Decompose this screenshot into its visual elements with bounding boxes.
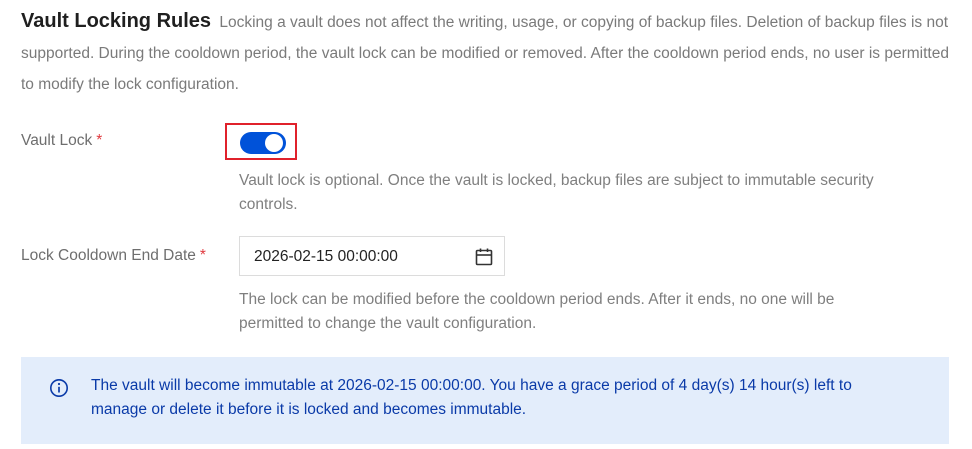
immutability-notice: The vault will become immutable at 2026-… <box>21 357 949 444</box>
cooldown-date-label: Lock Cooldown End Date * <box>21 247 206 265</box>
vault-lock-help: Vault lock is optional. Once the vault i… <box>239 172 874 213</box>
cooldown-date-label-text: Lock Cooldown End Date <box>21 247 196 264</box>
cooldown-date-value: 2026-02-15 00:00:00 <box>254 248 398 265</box>
vault-lock-label: Vault Lock * <box>21 132 102 150</box>
cooldown-date-help: The lock can be modified before the cool… <box>239 291 835 332</box>
info-icon <box>50 379 68 397</box>
required-mark: * <box>96 132 103 149</box>
calendar-icon[interactable] <box>474 247 494 267</box>
notice-text: The vault will become immutable at 2026-… <box>91 377 852 418</box>
toggle-highlight-frame <box>225 123 297 160</box>
vault-lock-toggle[interactable] <box>240 132 286 154</box>
section-title: Vault Locking Rules <box>21 10 212 32</box>
toggle-knob <box>265 134 283 152</box>
cooldown-date-picker[interactable]: 2026-02-15 00:00:00 <box>239 236 505 276</box>
section-header: Vault Locking Rules Locking a vault does… <box>21 6 951 100</box>
required-mark: * <box>199 247 206 264</box>
vault-lock-label-text: Vault Lock <box>21 132 93 149</box>
